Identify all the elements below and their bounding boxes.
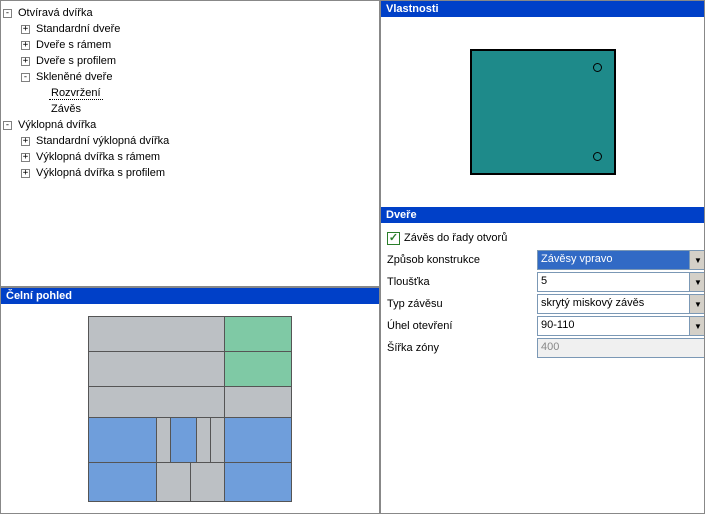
chevron-down-icon[interactable]: ▼: [689, 273, 705, 291]
tree-label: Skleněné dveře: [34, 71, 114, 83]
collapse-icon[interactable]: -: [3, 9, 12, 18]
tree-label: Otvíravá dvířka: [16, 7, 95, 19]
tree-item-dvere-profilem[interactable]: + Dveře s profilem: [3, 53, 377, 69]
combo-construction[interactable]: Závěsy vpravo ▼: [537, 250, 705, 270]
tree-item-otvirava[interactable]: - Otvíravá dvířka: [3, 5, 377, 21]
label-construction: Způsob konstrukce: [387, 254, 537, 266]
expand-icon[interactable]: +: [21, 169, 30, 178]
expand-icon[interactable]: +: [21, 57, 30, 66]
combo-thickness[interactable]: 5 ▼: [537, 272, 705, 292]
tree-label: Dveře s rámem: [34, 39, 113, 51]
tree-item-standardni[interactable]: + Standardní dveře: [3, 21, 377, 37]
combo-hinge-type[interactable]: skrytý miskový závěs ▼: [537, 294, 705, 314]
tree-label: Výklopná dvířka s rámem: [34, 151, 162, 163]
tree-item-rozvrzeni[interactable]: Rozvržení: [3, 85, 377, 101]
combo-value: skrytý miskový závěs: [538, 295, 689, 313]
tree-label: Standardní výklopná dvířka: [34, 135, 171, 147]
frontview-header: Čelní pohled: [1, 288, 379, 304]
expand-icon[interactable]: +: [21, 25, 30, 34]
tree-item-vyklopna-profilem[interactable]: + Výklopná dvířka s profilem: [3, 165, 377, 181]
doors-header: Dveře: [381, 207, 704, 223]
chevron-down-icon[interactable]: ▼: [689, 295, 705, 313]
cabinet-frontview: [1, 304, 379, 514]
checkbox-label: Závěs do řady otvorů: [404, 232, 507, 244]
expand-icon[interactable]: +: [21, 137, 30, 146]
tree-label: Dveře s profilem: [34, 55, 118, 67]
expand-icon[interactable]: +: [21, 41, 30, 50]
combo-value: 90-110: [538, 317, 689, 335]
collapse-icon[interactable]: -: [3, 121, 12, 130]
properties-header: Vlastnosti: [381, 1, 704, 17]
tree-label: Výklopná dvířka: [16, 119, 98, 131]
tree-label: Standardní dveře: [34, 23, 122, 35]
tree-item-zaves[interactable]: Závěs: [3, 101, 377, 117]
tree-label: Výklopná dvířka s profilem: [34, 167, 167, 179]
door-tree: - Otvíravá dvířka + Standardní dveře + D…: [1, 1, 379, 185]
cabinet-diagram: [88, 316, 292, 502]
combo-open-angle[interactable]: 90-110 ▼: [537, 316, 705, 336]
label-zone-width: Šířka zóny: [387, 342, 537, 354]
doors-properties: ✓ Závěs do řady otvorů Způsob konstrukce…: [381, 223, 704, 363]
label-hinge-type: Typ závěsu: [387, 298, 537, 310]
tree-item-vyklopna-ramem[interactable]: + Výklopná dvířka s rámem: [3, 149, 377, 165]
input-zone-width: 400: [537, 338, 705, 358]
tree-label: Závěs: [49, 103, 83, 115]
label-open-angle: Úhel otevření: [387, 320, 537, 332]
tree-item-sklenene[interactable]: - Skleněné dveře: [3, 69, 377, 85]
label-thickness: Tloušťka: [387, 276, 537, 288]
combo-value: Závěsy vpravo: [538, 251, 689, 269]
properties-panel: Vlastnosti Dveře ✓ Závěs do řady otvorů …: [380, 0, 705, 514]
tree-panel: - Otvíravá dvířka + Standardní dveře + D…: [0, 0, 380, 287]
tree-item-dvere-ramem[interactable]: + Dveře s rámem: [3, 37, 377, 53]
input-value: 400: [538, 339, 705, 357]
checkbox-row[interactable]: ✓ Závěs do řady otvorů: [387, 227, 698, 249]
chevron-down-icon[interactable]: ▼: [689, 317, 705, 335]
collapse-icon[interactable]: -: [21, 73, 30, 82]
hinge-icon: [593, 152, 602, 161]
door-preview: [470, 49, 616, 175]
tree-item-vyklopna[interactable]: - Výklopná dvířka: [3, 117, 377, 133]
chevron-down-icon[interactable]: ▼: [689, 251, 705, 269]
tree-label-selected: Rozvržení: [49, 87, 103, 100]
tree-item-std-vyklopna[interactable]: + Standardní výklopná dvířka: [3, 133, 377, 149]
combo-value: 5: [538, 273, 689, 291]
expand-icon[interactable]: +: [21, 153, 30, 162]
frontview-panel: Čelní pohled: [0, 287, 380, 514]
door-preview-area: [381, 17, 704, 207]
hinge-icon: [593, 63, 602, 72]
checkbox-icon[interactable]: ✓: [387, 232, 400, 245]
